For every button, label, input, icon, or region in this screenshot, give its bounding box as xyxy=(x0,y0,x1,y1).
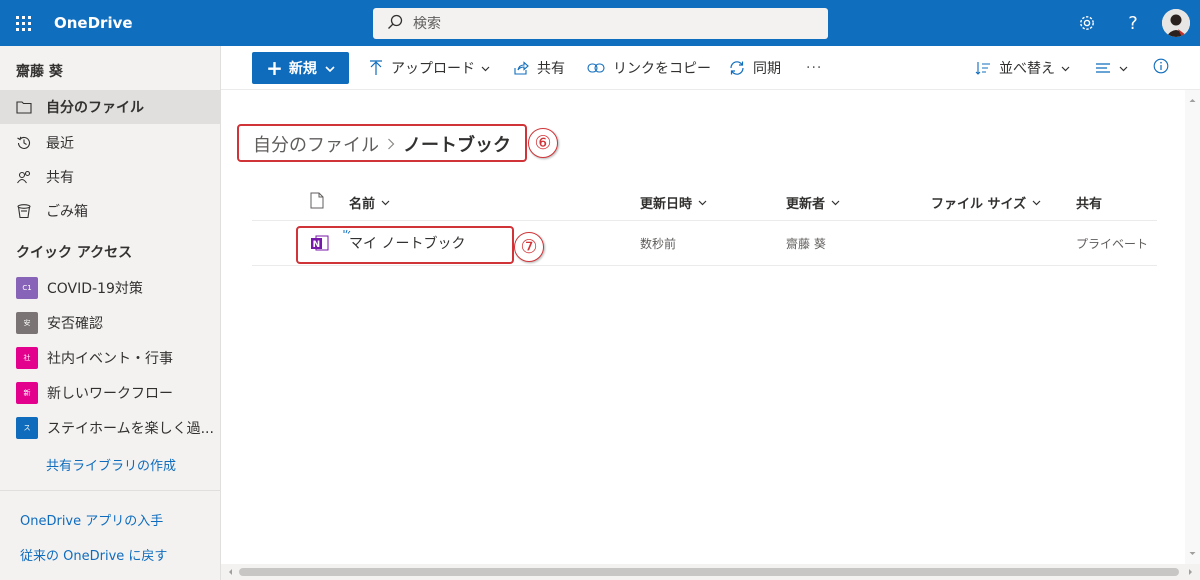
sort-button[interactable]: 並べ替え xyxy=(975,56,1070,80)
people-icon xyxy=(16,169,32,185)
share-button[interactable]: 共有 xyxy=(513,56,565,80)
quick-access-item[interactable]: 社 社内イベント・行事 xyxy=(16,347,173,369)
left-nav: 齋藤 葵 自分のファイル 最近 共有 ごみ箱 クイック アクセス C1 COVI… xyxy=(0,46,221,580)
help-icon: ? xyxy=(1128,12,1138,34)
scrollbar-thumb[interactable] xyxy=(239,568,1179,576)
site-tile-icon: 安 xyxy=(16,312,38,334)
quick-access-label: 安否確認 xyxy=(47,316,103,332)
chevron-down-icon xyxy=(1119,60,1128,76)
upload-button[interactable]: アップロード xyxy=(369,56,490,80)
site-tile-icon: C1 xyxy=(16,277,38,299)
help-button[interactable]: ? xyxy=(1110,0,1156,46)
search-box[interactable] xyxy=(373,8,828,39)
share-icon xyxy=(513,60,529,76)
nav-item-shared[interactable]: 共有 xyxy=(0,160,220,194)
new-button[interactable]: + 新規 xyxy=(252,52,349,84)
nav-item-label: 最近 xyxy=(46,136,74,152)
highlight-box xyxy=(296,226,514,264)
avatar[interactable] xyxy=(1162,9,1190,37)
quick-access-item[interactable]: 新 新しいワークフロー xyxy=(16,382,173,404)
list-view-icon xyxy=(1095,62,1111,74)
command-bar: + 新規 アップロード 共有 リンクをコピー 同期 ··· 並べ替え xyxy=(221,46,1200,90)
nav-item-recent[interactable]: 最近 xyxy=(0,126,220,160)
divider xyxy=(0,490,220,491)
folder-icon xyxy=(16,99,32,115)
more-actions-button[interactable]: ··· xyxy=(806,56,822,80)
scroll-right-icon xyxy=(1189,569,1192,575)
quick-access-title: クイック アクセス xyxy=(16,245,133,261)
modified-by-cell: 齋藤 葵 xyxy=(786,237,826,251)
user-name: 齋藤 葵 xyxy=(16,64,63,80)
plus-icon: + xyxy=(266,56,283,80)
column-header-size[interactable]: ファイル サイズ xyxy=(931,193,1041,212)
app-title[interactable]: OneDrive xyxy=(54,14,133,32)
info-icon xyxy=(1153,58,1169,78)
scroll-down-icon xyxy=(1189,552,1196,555)
highlight-box xyxy=(237,124,527,162)
view-options-button[interactable] xyxy=(1095,56,1128,80)
quick-access-item[interactable]: C1 COVID-19対策 xyxy=(16,277,143,299)
nav-item-label: ごみ箱 xyxy=(46,204,88,220)
sync-button[interactable]: 同期 xyxy=(729,56,781,80)
classic-onedrive-link[interactable]: 従来の OneDrive に戻す xyxy=(20,545,167,564)
create-shared-library-link[interactable]: 共有ライブラリの作成 xyxy=(46,455,176,474)
search-input[interactable] xyxy=(413,15,793,32)
search-icon xyxy=(387,14,403,34)
quick-access-item[interactable]: ス ステイホームを楽しく過... xyxy=(16,417,214,439)
column-header-modified[interactable]: 更新日時 xyxy=(640,193,707,212)
modified-cell: 数秒前 xyxy=(640,237,677,251)
waffle-icon xyxy=(15,15,31,31)
site-tile-icon: ス xyxy=(16,417,38,439)
scroll-up-icon xyxy=(1189,99,1196,102)
nav-item-label: 自分のファイル xyxy=(46,100,144,116)
column-header-sharing[interactable]: 共有 xyxy=(1076,193,1102,212)
app-launcher-button[interactable] xyxy=(0,0,46,46)
quick-access-label: 新しいワークフロー xyxy=(47,386,173,402)
quick-access-label: COVID-19対策 xyxy=(47,281,143,297)
file-type-icon xyxy=(310,192,324,209)
nav-item-recycle-bin[interactable]: ごみ箱 xyxy=(0,194,220,228)
chevron-down-icon xyxy=(481,60,490,76)
chevron-down-icon xyxy=(1032,195,1041,210)
column-header-modified-by[interactable]: 更新者 xyxy=(786,193,840,212)
copy-link-button[interactable]: リンクをコピー xyxy=(587,56,711,80)
quick-access-label: 社内イベント・行事 xyxy=(47,351,173,367)
more-icon: ··· xyxy=(806,60,823,76)
site-tile-icon: 社 xyxy=(16,347,38,369)
quick-access-label: ステイホームを楽しく過... xyxy=(47,421,214,437)
settings-button[interactable] xyxy=(1064,0,1110,46)
chevron-down-icon xyxy=(831,195,840,210)
upload-icon xyxy=(369,60,383,76)
get-app-link[interactable]: OneDrive アプリの入手 xyxy=(20,510,163,529)
horizontal-scrollbar[interactable] xyxy=(221,564,1200,580)
history-icon xyxy=(16,135,32,151)
sort-icon xyxy=(975,60,991,76)
scroll-left-icon xyxy=(229,569,232,575)
chevron-down-icon xyxy=(698,195,707,210)
site-tile-icon: 新 xyxy=(16,382,38,404)
trash-icon xyxy=(16,203,32,219)
vertical-scrollbar[interactable] xyxy=(1185,90,1200,564)
chevron-down-icon xyxy=(1061,60,1070,76)
info-button[interactable] xyxy=(1153,56,1169,80)
chevron-down-icon xyxy=(381,195,390,210)
nav-item-label: 共有 xyxy=(46,170,74,186)
annotation-marker: ⑦ xyxy=(514,232,544,262)
nav-item-my-files[interactable]: 自分のファイル xyxy=(0,90,220,124)
sharing-cell: プライベート xyxy=(1076,237,1149,251)
link-icon xyxy=(587,62,605,74)
quick-access-item[interactable]: 安 安否確認 xyxy=(16,312,103,334)
gear-icon xyxy=(1080,16,1094,30)
annotation-marker: ⑥ xyxy=(528,128,558,158)
sync-icon xyxy=(729,60,745,76)
column-header-name[interactable]: 名前 xyxy=(349,193,390,212)
top-bar: OneDrive ? xyxy=(0,0,1200,46)
file-list-header: 名前 更新日時 更新者 ファイル サイズ 共有 xyxy=(252,181,1157,221)
chevron-down-icon xyxy=(325,60,335,76)
